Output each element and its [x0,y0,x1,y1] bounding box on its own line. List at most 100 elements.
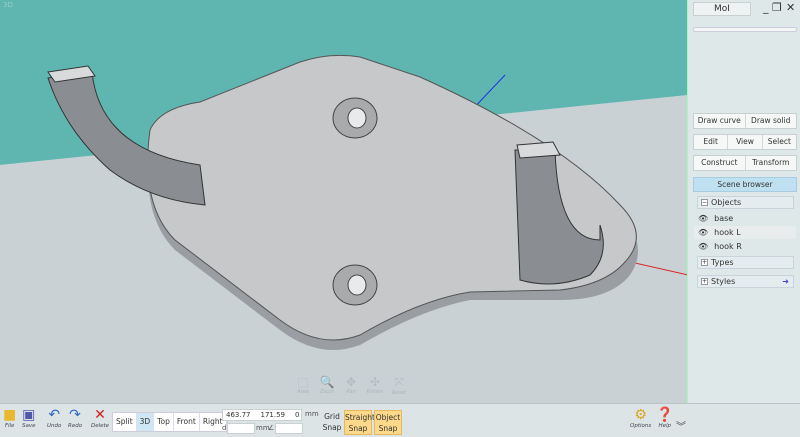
straight-snap-l1: Straight [345,413,375,422]
help-icon: ❓ [656,407,674,423]
draw-curve-button[interactable]: Draw curve [694,114,746,128]
redo-label: Redo [68,423,83,429]
view-front[interactable]: Front [174,413,200,431]
eye-icon[interactable]: 👁 [698,242,708,251]
object-item-hook-l[interactable]: 👁 hook L [694,226,796,239]
draw-tabs: Draw curve Draw solid [693,113,797,129]
straight-snap-l2: Snap [348,424,368,433]
coordinate-input[interactable]: 463.77 171.59 0 [222,409,302,421]
reset-icon: ⤧ [394,375,404,389]
restore-button[interactable]: ❐ [772,1,782,14]
hook-r-top [516,141,561,159]
distance-input[interactable] [227,423,255,434]
eye-icon[interactable]: 👁 [698,228,708,237]
area-icon: ⬚ [297,375,309,389]
pan-label: Pan [346,389,356,395]
close-button[interactable]: ✕ [786,1,795,14]
types-label: Types [711,258,734,267]
edit-button[interactable]: Edit [694,135,729,149]
app-title: MoI [693,2,751,16]
file-label: File [4,423,15,429]
object-item-base[interactable]: 👁 base [694,212,796,225]
area-label: Area [297,389,309,395]
expand-chevron-icon[interactable]: ︾ [676,418,686,433]
view-split[interactable]: Split [113,413,137,431]
undo-icon: ↶ [48,407,61,423]
options-icon: ⚙ [634,407,647,423]
minimize-button[interactable]: _ [763,1,769,14]
rotate-button[interactable]: ✣ Rotate [365,375,385,396]
object-snap-l2: Snap [378,424,398,433]
view-button[interactable]: View [728,135,763,149]
expand-icon: + [701,259,708,266]
objects-label: Objects [711,198,742,207]
progress-bar [693,27,797,32]
pan-button[interactable]: ✥ Pan [341,375,361,396]
construct-tabs: Construct Transform [693,155,797,171]
view-3d[interactable]: 3D [136,413,155,431]
reset-label: Reset [391,390,407,396]
coord-x: 463.77 [226,411,251,419]
eye-icon[interactable]: 👁 [698,214,708,223]
scene-browser-button[interactable]: Scene browser [693,177,797,192]
straight-snap-toggle[interactable]: Straight Snap [344,410,375,435]
objects-section[interactable]: − Objects [697,196,794,209]
scene-render [0,0,687,403]
grid-snap-l1: Grid [324,412,340,421]
transform-button[interactable]: Transform [746,156,797,170]
object-snap-toggle[interactable]: Object Snap [374,410,402,435]
edit-tabs: Edit View Select [693,134,797,150]
distance-label: d [222,424,227,432]
undo-button[interactable]: ↶ Undo [47,407,61,429]
rotate-icon: ✣ [369,375,381,389]
object-item-hook-r[interactable]: 👁 hook R [694,240,796,253]
object-name: hook R [714,242,742,251]
viewport-3d[interactable]: 3D ⬚ Area 🔍 Zoom ✥ Pan ✣ Rotate ⤧ Reset [0,0,688,403]
construct-button[interactable]: Construct [694,156,746,170]
options-label: Options [630,423,652,429]
unit-label: mm [305,410,319,418]
styles-label: Styles [711,277,736,286]
select-button[interactable]: Select [763,135,796,149]
undo-label: Undo [47,423,62,429]
reset-button[interactable]: ⤧ Reset [389,375,409,396]
delete-icon: ✕ [94,407,106,423]
area-button[interactable]: ⬚ Area [293,375,313,396]
object-snap-l1: Object [375,413,401,422]
view-top[interactable]: Top [154,413,174,431]
expand-icon: + [701,278,708,285]
types-section[interactable]: + Types [697,256,794,269]
bottom-toolbar: ■ File ▣ Save ↶ Undo ↷ Redo ✕ Delete Split 3D… [0,403,800,437]
help-label: Help [658,423,671,429]
viewport-label: 3D [3,1,13,9]
zoom-button[interactable]: 🔍 Zoom [317,375,337,396]
object-name: base [714,214,734,223]
delete-label: Delete [91,423,110,429]
draw-solid-button[interactable]: Draw solid [746,114,797,128]
view-switcher: Split 3D Top Front Right [112,412,228,432]
pan-icon: ✥ [345,375,357,389]
rotate-label: Rotate [366,389,384,395]
redo-button[interactable]: ↷ Redo [68,407,82,429]
grid-snap-l2: Snap [322,423,342,432]
angle-label: ∠ [268,424,275,432]
viewport-nav: ⬚ Area 🔍 Zoom ✥ Pan ✣ Rotate ⤧ Reset [293,375,409,396]
object-name: hook L [714,228,741,237]
zoom-icon: 🔍 [319,375,335,389]
folder-icon: ■ [3,407,17,423]
angle-input[interactable] [275,423,303,434]
styles-section[interactable]: + Styles ➜ [697,275,794,288]
file-button[interactable]: ■ File [3,407,16,429]
save-button[interactable]: ▣ Save [22,407,36,429]
hole-top-inner [347,107,367,129]
hole-bottom-inner [347,274,367,296]
arrow-right-icon[interactable]: ➜ [782,276,789,287]
side-panel: MoI _ ❐ ✕ Draw curve Draw solid Edit Vie… [689,0,800,403]
grid-snap-toggle[interactable]: Grid Snap [318,410,346,435]
redo-icon: ↷ [69,407,81,423]
delete-button[interactable]: ✕ Delete [91,407,109,429]
options-button[interactable]: ⚙ Options [630,407,651,429]
help-button[interactable]: ❓ Help [656,407,673,429]
save-icon: ▣ [22,407,36,423]
save-label: Save [22,423,36,429]
